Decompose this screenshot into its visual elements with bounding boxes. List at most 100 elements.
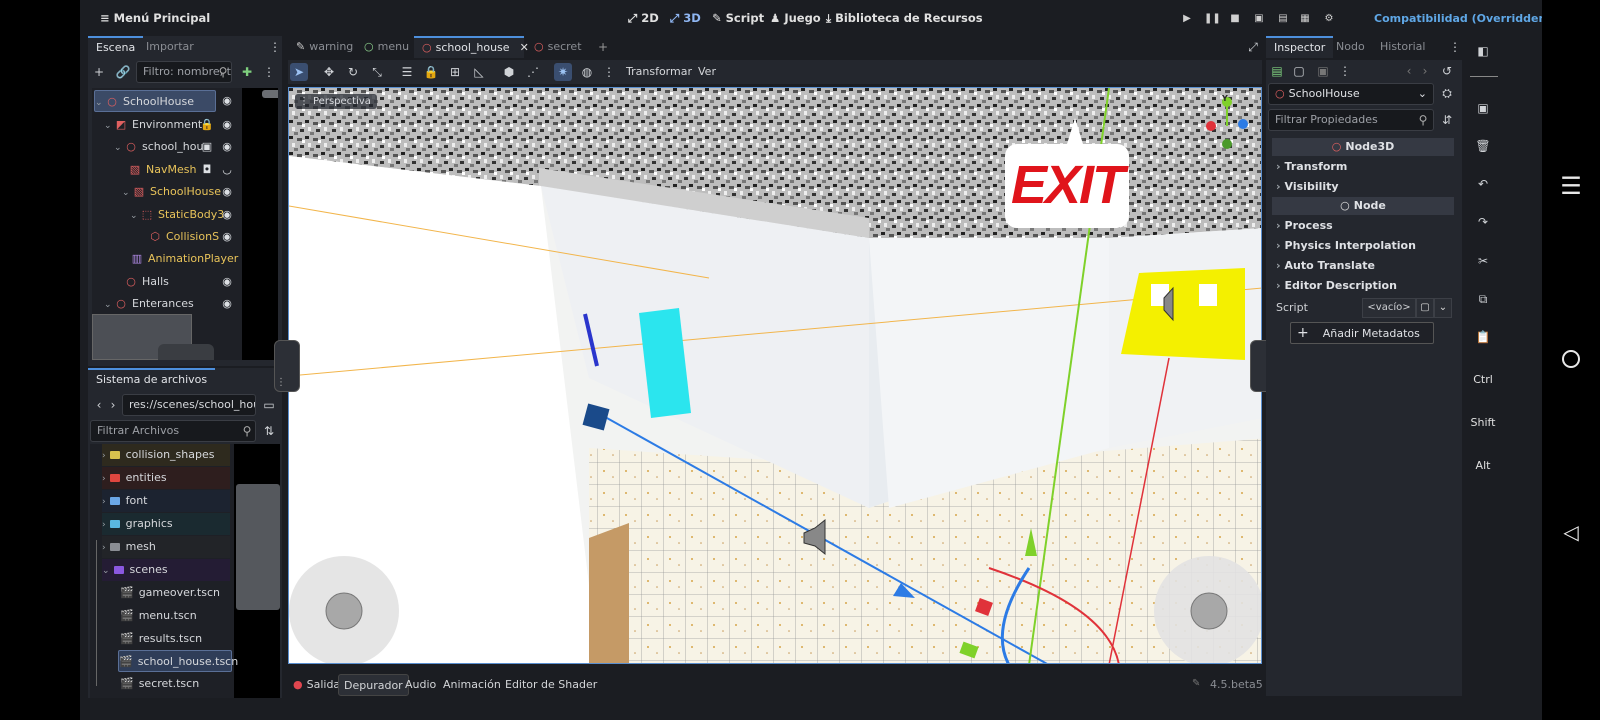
property-filter-input[interactable]: Filtrar Propiedades	[1268, 109, 1434, 131]
redo-icon[interactable]: ↷	[1474, 213, 1492, 231]
more-icon[interactable]: ⋮	[1446, 38, 1464, 56]
ruler-icon[interactable]: ◺	[470, 63, 488, 81]
workspace-assetlib-button[interactable]: ⤓ Biblioteca de Recursos	[826, 11, 983, 26]
new-resource-icon[interactable]: ▤	[1268, 62, 1286, 80]
visibility-eye-icon[interactable]: ◉	[220, 185, 234, 199]
copy-icon[interactable]: ⧉	[1474, 290, 1492, 308]
visibility-eye-icon[interactable]: ◉	[220, 297, 234, 311]
folder-scenes[interactable]: ⌄ scenes	[102, 559, 230, 581]
workspace-3d-button[interactable]: ⤢ 3D	[670, 11, 701, 26]
visibility-eye-icon[interactable]: ◉	[220, 118, 234, 132]
renderer-select[interactable]: Compatibilidad (Overridden) ⌄	[1374, 12, 1542, 25]
visibility-eye-icon[interactable]: ◉	[220, 140, 234, 154]
eye-closed-icon[interactable]: ◡	[220, 163, 234, 177]
file-results[interactable]: 🎬 results.tscn	[120, 628, 230, 650]
select-mode-icon[interactable]: ➤	[290, 63, 308, 81]
bottom-tab-shader-editor[interactable]: Editor de Shader	[500, 674, 602, 696]
group-visibility[interactable]: › Visibility	[1272, 178, 1454, 196]
list-select-icon[interactable]: ☰	[398, 63, 416, 81]
bottom-tab-output[interactable]: ● Salida	[288, 674, 345, 696]
file-list-scrollbar[interactable]	[236, 484, 280, 610]
save-icon[interactable]: ▣	[1474, 99, 1492, 117]
group-physics-interpolation[interactable]: › Physics Interpolation	[1272, 237, 1454, 255]
visibility-eye-icon[interactable]: ◉	[220, 275, 234, 289]
play-scene-icon[interactable]: ▤	[1276, 12, 1290, 26]
tab-scene[interactable]: Escena	[88, 36, 144, 58]
rotate-mode-icon[interactable]: ↻	[344, 63, 362, 81]
stop-icon[interactable]: ■	[1228, 12, 1242, 26]
add-tab-icon[interactable]: +	[594, 38, 612, 56]
tab-history[interactable]: Historial	[1372, 36, 1433, 58]
visibility-eye-icon[interactable]: ◉	[220, 230, 234, 244]
transform-menu[interactable]: Transformar	[626, 65, 692, 78]
pause-icon[interactable]: ❚❚	[1204, 12, 1221, 26]
tree-item-school-hou[interactable]: ⌄ ○ school_hou	[114, 136, 203, 158]
file-school-house[interactable]: 🎬 school_house.tscn	[118, 650, 238, 672]
more-icon[interactable]: ⋮	[266, 38, 284, 56]
property-options-icon[interactable]: ⇵	[1438, 111, 1456, 129]
workspace-script-button[interactable]: ✎ Script	[712, 11, 764, 25]
folder-graphics[interactable]: › graphics	[102, 513, 230, 535]
sun-preview-icon[interactable]: ✷	[554, 63, 572, 81]
play-icon[interactable]: ▶	[1180, 12, 1194, 26]
shift-key[interactable]: Shift	[1463, 416, 1503, 429]
tree-item-staticbody3[interactable]: ⌄ ⬚ StaticBody3	[130, 204, 224, 226]
back-triangle-icon[interactable]: ◁	[1556, 520, 1586, 544]
tree-item-animationplayer[interactable]: ▥ AnimationPlayer	[130, 248, 239, 270]
movie-maker-icon[interactable]: ⚙	[1322, 12, 1336, 26]
scene-instance-icon[interactable]: ▣	[200, 140, 214, 154]
more-icon[interactable]: ⋮	[600, 63, 618, 81]
tab-node[interactable]: Nodo	[1328, 36, 1373, 58]
delete-icon[interactable]: 🗑	[1474, 137, 1492, 155]
chevron-down-icon[interactable]: ⌄	[1434, 298, 1452, 318]
visibility-eye-icon[interactable]: ◉	[220, 94, 234, 108]
file-filter-input[interactable]: Filtrar Archivos	[90, 420, 256, 442]
folder-font[interactable]: › font	[102, 490, 230, 512]
workspace-game-button[interactable]: ♟ Juego	[770, 11, 821, 25]
node-select[interactable]: ○ SchoolHouse ⌄	[1268, 83, 1434, 105]
folder-entities[interactable]: › entities	[102, 467, 230, 489]
open-folder-icon[interactable]: ▢	[1290, 62, 1308, 80]
undo-icon[interactable]: ↶	[1474, 175, 1492, 193]
sort-icon[interactable]: ⇅	[260, 422, 278, 440]
link-icon[interactable]: 🔗	[114, 63, 132, 81]
group-auto-translate[interactable]: › Auto Translate	[1272, 257, 1454, 275]
bottom-tab-audio[interactable]: Audio	[400, 674, 441, 696]
folder-collision-shapes[interactable]: › collision_shapes	[102, 444, 230, 466]
group-process[interactable]: › Process	[1272, 217, 1454, 235]
more-icon[interactable]: ⋮	[1336, 62, 1354, 80]
forward-icon[interactable]: ›	[104, 396, 122, 414]
main-menu-button[interactable]: ≡ Menú Principal	[100, 11, 210, 25]
move-mode-icon[interactable]: ✥	[320, 63, 338, 81]
lock-icon[interactable]: 🔒	[422, 63, 440, 81]
alt-key[interactable]: Alt	[1463, 459, 1503, 472]
tree-item-enterances[interactable]: ⌄ ○ Enterances	[104, 293, 194, 315]
folder-mesh[interactable]: › mesh	[102, 536, 230, 558]
dock-toggle-icon[interactable]: ◧	[1474, 42, 1492, 60]
file-secret[interactable]: 🎬 secret.tscn	[120, 673, 230, 695]
perspective-menu[interactable]: ⋮ Perspectiva	[295, 94, 377, 109]
save-icon[interactable]: ▣	[1314, 62, 1332, 80]
play-custom-icon[interactable]: ▦	[1298, 12, 1312, 26]
add-metadata-button[interactable]: + Añadir Metadatos	[1290, 322, 1434, 344]
tab-secret[interactable]: ○ secret	[526, 36, 590, 58]
local-space-icon[interactable]: ⬢	[500, 63, 518, 81]
bottom-tab-animation[interactable]: Animación	[438, 674, 506, 696]
home-icon[interactable]	[1556, 344, 1586, 374]
split-view-icon[interactable]: ▭	[260, 396, 278, 414]
navmesh-bake-icon[interactable]: ◘	[200, 163, 214, 177]
tab-inspector[interactable]: Inspector	[1266, 36, 1334, 58]
tree-item-halls[interactable]: ○ Halls	[114, 271, 169, 293]
distraction-free-icon[interactable]: ⤢	[1244, 38, 1262, 56]
tab-import[interactable]: Importar	[138, 36, 202, 58]
forward-icon[interactable]: ›	[1416, 62, 1434, 80]
script-value-field[interactable]: <vacío>	[1362, 298, 1416, 318]
tree-item-collisionshape[interactable]: ⬡ CollisionS	[148, 226, 219, 248]
tree-item-navmesh[interactable]: ▧ NavMesh	[128, 159, 197, 181]
remote-debug-icon[interactable]: ▣	[1252, 12, 1266, 26]
workspace-2d-button[interactable]: ⤢ 2D	[628, 11, 659, 26]
tab-warning[interactable]: ✎ warning	[288, 36, 361, 58]
3d-viewport[interactable]: ⋮ Perspectiva EXIT Y	[288, 87, 1262, 664]
add-node-icon[interactable]: +	[90, 63, 108, 81]
snap-icon[interactable]: ⋰	[524, 63, 542, 81]
